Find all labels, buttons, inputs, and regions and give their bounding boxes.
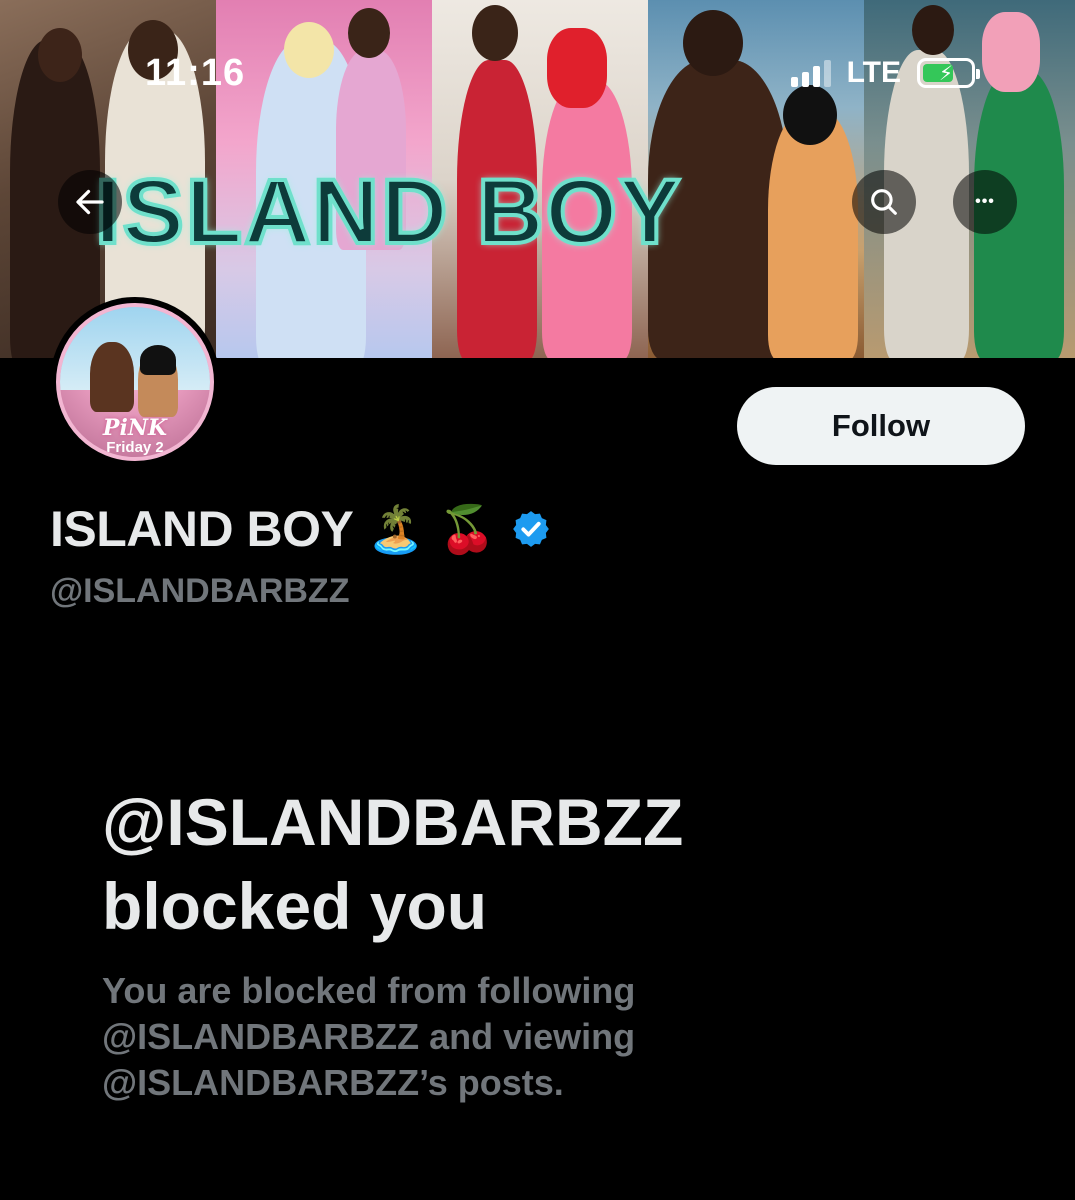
battery-icon: ⚡ <box>917 58 980 88</box>
charging-bolt-icon: ⚡ <box>938 62 954 85</box>
more-horizontal-icon: ••• <box>975 193 995 210</box>
search-icon <box>871 189 897 215</box>
blocked-title-handle: @ISLANDBARBZZ <box>102 785 684 859</box>
follow-button[interactable]: Follow <box>737 387 1025 465</box>
avatar-logo-text: PiNK <box>102 415 168 441</box>
status-bar-time: 11:16 <box>145 52 246 94</box>
avatar-sky-background <box>60 307 210 390</box>
cellular-signal-icon <box>790 59 831 87</box>
search-button[interactable] <box>852 170 916 234</box>
profile-display-name: ISLAND BOY 🏝️ 🍒 <box>50 500 552 558</box>
arrow-left-icon <box>76 189 104 215</box>
status-bar-indicators: LTE ⚡ <box>790 56 980 90</box>
cherries-emoji-icon: 🍒 <box>438 503 496 555</box>
island-emoji-icon: 🏝️ <box>367 503 425 555</box>
back-button[interactable] <box>58 170 122 234</box>
verified-badge-icon[interactable] <box>510 508 552 550</box>
avatar-logo-subtext: Friday 2 <box>106 439 164 456</box>
avatar-figure-2-hair <box>140 345 176 375</box>
network-type-label: LTE <box>846 56 901 89</box>
display-name-text: ISLAND BOY <box>50 501 354 557</box>
blocked-title-message: blocked you <box>102 869 488 943</box>
profile-handle: @ISLANDBARBZZ <box>50 572 350 610</box>
profile-avatar[interactable]: PiNK Friday 2 <box>50 297 220 467</box>
more-options-button[interactable]: ••• <box>953 170 1017 234</box>
banner-title-text: ISLAND BOY <box>93 159 683 265</box>
blocked-notice-description: You are blocked from following @ISLANDBA… <box>102 970 636 1103</box>
blocked-notice-title: @ISLANDBARBZZ blocked you <box>102 780 902 948</box>
avatar-figure-1 <box>90 342 134 412</box>
avatar-image: PiNK Friday 2 <box>56 303 214 461</box>
